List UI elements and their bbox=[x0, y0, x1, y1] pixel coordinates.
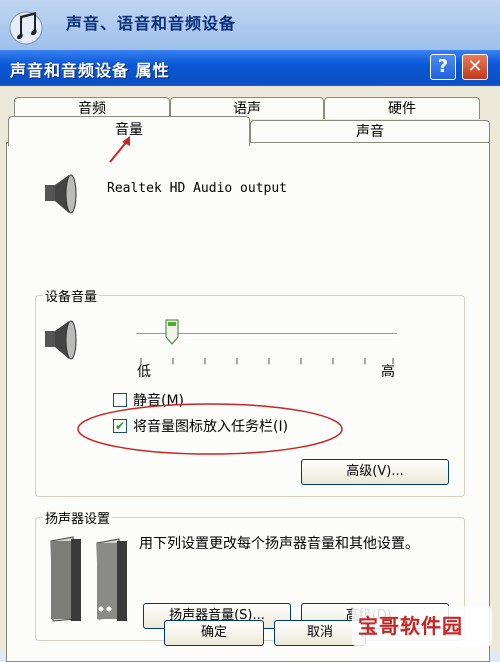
speakers-icon bbox=[50, 536, 127, 622]
close-button[interactable]: ✕ bbox=[462, 54, 488, 80]
title-bar: 声音和音频设备 属性 ? ✕ bbox=[0, 50, 500, 86]
volume-low-label: 低 bbox=[137, 364, 151, 380]
volume-tab-panel: Realtek HD Audio output 设备音量 低 高 静音(M) ✔… bbox=[6, 142, 490, 662]
volume-speaker-icon bbox=[45, 320, 77, 360]
control-panel-title: 声音、语音和音频设备 bbox=[66, 14, 237, 33]
volume-slider[interactable] bbox=[137, 319, 397, 364]
annotation-arrow-icon bbox=[109, 136, 130, 163]
device-name: Realtek HD Audio output bbox=[107, 181, 288, 196]
device-advanced-button[interactable]: 高级(V)... bbox=[301, 459, 449, 485]
volume-high-label: 高 bbox=[381, 364, 395, 380]
speaker-icon bbox=[45, 174, 77, 214]
slider-thumb[interactable] bbox=[165, 319, 179, 345]
annotation-ellipse-icon bbox=[77, 403, 343, 455]
help-button[interactable]: ? bbox=[430, 54, 456, 80]
sound-note-icon bbox=[9, 11, 43, 45]
dialog-title: 声音和音频设备 属性 bbox=[10, 61, 170, 80]
speaker-settings-label: 扬声器设置 bbox=[43, 508, 113, 527]
ok-button[interactable]: 确定 bbox=[164, 620, 264, 646]
slider-ticks bbox=[137, 349, 397, 364]
tab-sounds[interactable]: 声音 bbox=[250, 120, 490, 142]
control-panel-header: 声音、语音和音频设备 bbox=[0, 0, 500, 50]
tab-hardware[interactable]: 硬件 bbox=[324, 97, 480, 119]
device-volume-label: 设备音量 bbox=[43, 286, 100, 305]
watermark-text: 宝哥软件园 bbox=[358, 614, 463, 638]
watermark: 宝哥软件园 bbox=[352, 606, 492, 646]
properties-dialog: 声音和音频设备 属性 ? ✕ 音频 语声 硬件 音量 声音 Realtek HD… bbox=[0, 50, 500, 662]
speaker-settings-description: 用下列设置更改每个扬声器音量和其他设置。 bbox=[139, 536, 419, 552]
